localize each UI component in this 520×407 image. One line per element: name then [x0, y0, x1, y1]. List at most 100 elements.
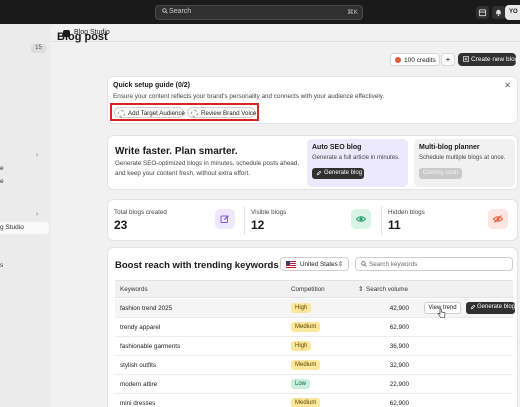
- sidebar-count-badge: 15: [31, 44, 46, 53]
- add-target-audience-button[interactable]: Add Target Audience: [114, 107, 185, 118]
- competition-badge: Low: [291, 379, 311, 389]
- generate-blog-button[interactable]: Generate blog: [312, 168, 364, 179]
- promo-text: Generate SEO-optimized blogs in minutes,…: [115, 160, 300, 167]
- stat-label: Hidden blogs: [388, 209, 425, 216]
- sidebar-item-label: g Studio: [0, 224, 24, 231]
- table-row[interactable]: fashion trend 2025 High 42,900 View tren…: [115, 299, 515, 318]
- volume-cell: 62,900: [389, 400, 409, 407]
- close-icon[interactable]: ✕: [504, 81, 511, 90]
- keyword-cell: fashion trend 2025: [120, 305, 173, 312]
- stat-hidden-blogs: Hidden blogs 11: [382, 200, 518, 240]
- us-flag-icon: [286, 261, 296, 268]
- keyword-cell: fashionable garments: [120, 343, 181, 350]
- column-header-keywords: Keywords: [120, 286, 148, 293]
- pill-label: Review Brand Voice: [201, 109, 257, 117]
- competition-badge: Medium: [291, 322, 321, 332]
- edit-icon: [215, 209, 235, 229]
- stat-label: Visible blogs: [251, 209, 287, 216]
- stat-value: 12: [251, 218, 265, 232]
- sidebar: 15 › e e › g Studio s: [0, 24, 50, 407]
- sort-icon[interactable]: ⇕: [358, 286, 363, 293]
- stat-label: Total blogs created: [114, 209, 167, 216]
- edit-icon: [316, 170, 322, 178]
- country-select[interactable]: United States ⇕: [280, 257, 349, 271]
- credits-label: 100 credits: [404, 56, 436, 64]
- user-avatar[interactable]: YO: [505, 5, 520, 20]
- hand-cursor-icon: [437, 308, 446, 318]
- bell-icon: [496, 9, 501, 17]
- top-bar: Search ⌘K YO: [0, 0, 520, 24]
- chevron-updown-icon: ⇕: [337, 261, 343, 268]
- competition-badge: High: [291, 341, 312, 351]
- stat-value: 11: [388, 218, 401, 232]
- global-search-input[interactable]: Search ⌘K: [155, 5, 363, 20]
- volume-cell: 32,900: [389, 362, 409, 369]
- add-credits-button[interactable]: +: [441, 53, 455, 66]
- competition-badge: Medium: [291, 398, 321, 407]
- plus-square-icon: [462, 55, 470, 64]
- chevron-right-icon[interactable]: ›: [36, 152, 38, 159]
- notifications-button[interactable]: [492, 6, 505, 19]
- eye-icon: [351, 209, 371, 229]
- table-row[interactable]: stylish outfits Medium 32,900: [115, 356, 513, 375]
- volume-cell: 62,900: [389, 324, 409, 331]
- volume-cell: 42,900: [389, 305, 409, 312]
- credits-icon: [395, 57, 401, 63]
- dashed-circle-icon: [118, 109, 125, 117]
- column-header-search-volume[interactable]: Search volume: [366, 286, 408, 293]
- quick-setup-title: Quick setup guide (0/2): [113, 82, 191, 89]
- auto-seo-description: Generate a full article in minutes.: [312, 155, 400, 161]
- auto-seo-title: Auto SEO blog: [312, 144, 362, 151]
- column-header-competition: Competition: [291, 286, 325, 293]
- table-row[interactable]: mini dresses Medium 62,900: [115, 394, 513, 407]
- competition-badge: High: [291, 303, 312, 313]
- search-icon: [162, 8, 168, 16]
- trending-keywords-card: Boost reach with trending keywords Unite…: [107, 247, 518, 407]
- sidebar-item[interactable]: s: [0, 262, 3, 269]
- sidebar-item[interactable]: e: [0, 178, 4, 185]
- country-label: United States: [300, 261, 338, 268]
- eye-off-icon: [488, 209, 508, 229]
- generate-blog-label: Generate blog: [324, 170, 363, 176]
- store-button[interactable]: [476, 6, 489, 19]
- volume-cell: 36,900: [389, 343, 409, 350]
- stat-visible-blogs: Visible blogs 12: [245, 200, 380, 240]
- keyword-cell: stylish outfits: [120, 362, 157, 369]
- sidebar-item-blog-studio[interactable]: g Studio: [0, 222, 49, 234]
- promo-card: Write faster. Plan smarter. Generate SEO…: [107, 135, 518, 190]
- review-brand-voice-button[interactable]: Review Brand Voice: [187, 107, 257, 118]
- search-placeholder: Search: [169, 8, 192, 15]
- table-row[interactable]: trendy apparel Medium 62,900: [115, 318, 513, 337]
- keywords-heading: Boost reach with trending keywords: [115, 260, 279, 271]
- quick-setup-card: Quick setup guide (0/2) Ensure your cont…: [107, 76, 518, 124]
- stat-total-blogs: Total blogs created 23: [108, 200, 243, 240]
- search-placeholder: Search keywords: [369, 261, 418, 268]
- multi-blog-title: Multi-blog planner: [419, 144, 480, 151]
- chevron-right-icon[interactable]: ›: [36, 211, 38, 218]
- page-title: Blog post: [57, 31, 108, 43]
- promo-text: and keep your content fresh, without ext…: [115, 170, 250, 177]
- search-icon: [361, 261, 367, 269]
- coming-soon-button: Coming soon: [419, 168, 462, 179]
- auto-seo-blog-card: Auto SEO blog Generate a full article in…: [307, 139, 408, 187]
- volume-cell: 22,900: [389, 381, 409, 388]
- generate-blog-label: Generate blog: [477, 304, 516, 310]
- generate-blog-button[interactable]: Generate blog: [466, 302, 515, 314]
- create-new-blog-label: Create new blog: [471, 55, 519, 63]
- table-row[interactable]: modern attire Low 22,900: [115, 375, 513, 394]
- table-row[interactable]: fashionable garments High 36,900: [115, 337, 513, 356]
- app-header: Blog Studio: [50, 24, 520, 42]
- stats-card: Total blogs created 23 Visible blogs 12 …: [107, 199, 518, 241]
- create-new-blog-button[interactable]: Create new blog: [458, 53, 519, 66]
- edit-icon: [470, 304, 476, 312]
- sidebar-item[interactable]: e: [0, 165, 4, 172]
- promo-heading: Write faster. Plan smarter.: [115, 146, 238, 157]
- keyword-search-input[interactable]: Search keywords: [355, 257, 513, 271]
- multi-blog-description: Schedule multiple blogs at once.: [419, 155, 506, 161]
- keyword-cell: modern attire: [120, 381, 158, 388]
- keyword-cell: mini dresses: [120, 400, 156, 407]
- stat-value: 23: [114, 218, 128, 232]
- keyword-cell: trendy apparel: [120, 324, 161, 331]
- store-icon: [478, 9, 487, 17]
- credits-button[interactable]: 100 credits: [390, 53, 440, 66]
